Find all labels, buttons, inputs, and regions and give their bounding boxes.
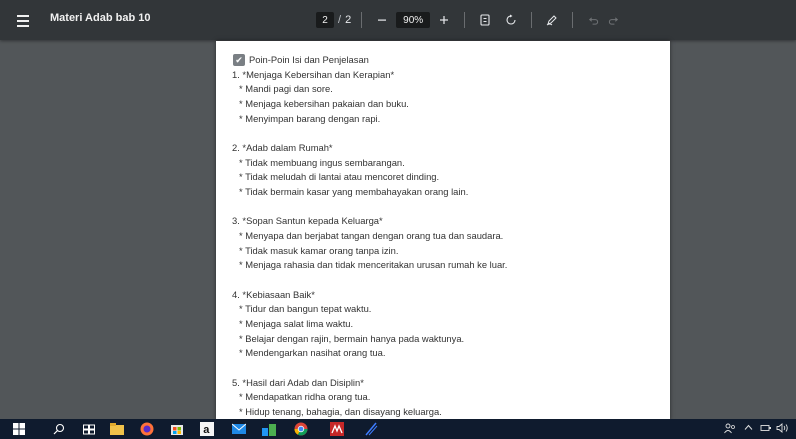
- chrome-icon[interactable]: [294, 422, 308, 436]
- section-title: 5. *Hasil dari Adab dan Disiplin*: [232, 376, 364, 388]
- section-title: 2. *Adab dalam Rumah*: [232, 142, 333, 154]
- redo-button[interactable]: [603, 10, 623, 30]
- file-explorer-icon[interactable]: [110, 422, 124, 436]
- list-item: * Tidak membuang ingus sembarangan.: [239, 156, 405, 168]
- list-item: * Tidak masuk kamar orang tanpa izin.: [239, 244, 399, 256]
- list-item: * Menjaga salat lima waktu.: [239, 318, 354, 330]
- search-icon[interactable]: [52, 422, 66, 436]
- toolbar-divider: [464, 12, 466, 28]
- zoom-in-button[interactable]: [434, 10, 454, 30]
- list-item: * Menyimpan barang dengan rapi.: [239, 112, 381, 124]
- toolbar-divider: [572, 12, 574, 28]
- list-item: * Tidur dan bangun tepat waktu.: [239, 303, 372, 315]
- checkbox-icon: ✔: [233, 54, 245, 67]
- page-content: ✔ Poin-Poin Isi dan Penjelasan 1. *Menja…: [232, 53, 507, 419]
- media-app-icon[interactable]: [330, 422, 344, 436]
- list-item: * Menjaga rahasia dan tidak menceritakan…: [239, 259, 508, 271]
- undo-button[interactable]: [583, 10, 603, 30]
- list-item: * Mendapatkan ridha orang tua.: [239, 391, 371, 403]
- list-item: * Hidup tenang, bahagia, dan disayang ke…: [239, 406, 442, 418]
- current-page-input[interactable]: 2: [316, 12, 334, 28]
- toolbar-controls: 2 / 2 90%: [316, 10, 623, 30]
- section-5: 5. *Hasil dari Adab dan Disiplin* * Mend…: [232, 376, 507, 419]
- section-4: 4. *Kebiasaan Baik* * Tidur dan bangun t…: [232, 288, 507, 362]
- section-3: 3. *Sopan Santun kepada Keluarga* * Meny…: [232, 214, 507, 273]
- fit-page-button[interactable]: [475, 10, 495, 30]
- pdf-toolbar: Materi Adab bab 10 2 / 2 90%: [0, 0, 796, 40]
- amazon-icon[interactable]: a: [200, 422, 214, 436]
- store-icon[interactable]: [170, 422, 184, 436]
- redo-icon: [608, 16, 618, 25]
- list-item: * Menyapa dan berjabat tangan dengan ora…: [239, 230, 504, 242]
- minus-icon: [378, 19, 387, 21]
- list-item: * Belajar dengan rajin, bermain hanya pa…: [239, 332, 465, 344]
- pen-app-icon[interactable]: [364, 422, 378, 436]
- pdf-page: ✔ Poin-Poin Isi dan Penjelasan 1. *Menja…: [216, 41, 670, 419]
- app-icon[interactable]: [262, 422, 276, 436]
- list-item: * Mendengarkan nasihat orang tua.: [239, 347, 386, 359]
- windows-taskbar: a: [0, 419, 796, 439]
- section-title: 1. *Menjaga Kebersihan dan Kerapian*: [232, 68, 395, 80]
- zoom-out-button[interactable]: [372, 10, 392, 30]
- plus-icon: [440, 16, 449, 24]
- annotate-button[interactable]: [542, 10, 562, 30]
- undo-icon: [588, 16, 598, 25]
- rotate-icon: [506, 14, 516, 25]
- pen-icon: [546, 15, 557, 26]
- section-2: 2. *Adab dalam Rumah* * Tidak membuang i…: [232, 141, 507, 200]
- chevron-up-icon[interactable]: [744, 423, 753, 435]
- battery-icon[interactable]: [760, 423, 772, 436]
- list-item: * Tidak bermain kasar yang membahayakan …: [239, 186, 469, 198]
- heading-text: Poin-Poin Isi dan Penjelasan: [249, 54, 369, 65]
- toolbar-divider: [531, 12, 533, 28]
- windows-start-icon[interactable]: [12, 422, 26, 436]
- section-heading: ✔ Poin-Poin Isi dan Penjelasan: [233, 53, 507, 68]
- document-title: Materi Adab bab 10: [50, 12, 151, 24]
- zoom-level-input[interactable]: 90%: [396, 12, 431, 28]
- section-1: 1. *Menjaga Kebersihan dan Kerapian* * M…: [232, 68, 507, 127]
- toolbar-divider: [361, 12, 363, 28]
- rotate-button[interactable]: [501, 10, 521, 30]
- volume-icon[interactable]: [776, 423, 790, 436]
- firefox-icon[interactable]: [140, 422, 154, 436]
- fit-page-icon: [480, 14, 490, 26]
- total-pages: 2: [345, 14, 352, 26]
- list-item: * Tidak meludah di lantai atau mencoret …: [239, 171, 440, 183]
- page-separator: /: [338, 14, 342, 26]
- mail-icon[interactable]: [232, 422, 246, 436]
- hamburger-menu-icon[interactable]: [14, 11, 32, 29]
- people-icon[interactable]: [724, 423, 736, 437]
- svg-text:a: a: [203, 424, 210, 436]
- section-title: 4. *Kebiasaan Baik*: [232, 288, 315, 300]
- pdf-viewer: Materi Adab bab 10 2 / 2 90% ✔ Poin-Poin…: [0, 0, 796, 419]
- list-item: * Menjaga kebersihan pakaian dan buku.: [239, 98, 409, 110]
- task-view-icon[interactable]: [82, 422, 96, 436]
- section-title: 3. *Sopan Santun kepada Keluarga*: [232, 215, 383, 227]
- list-item: * Mandi pagi dan sore.: [239, 83, 333, 95]
